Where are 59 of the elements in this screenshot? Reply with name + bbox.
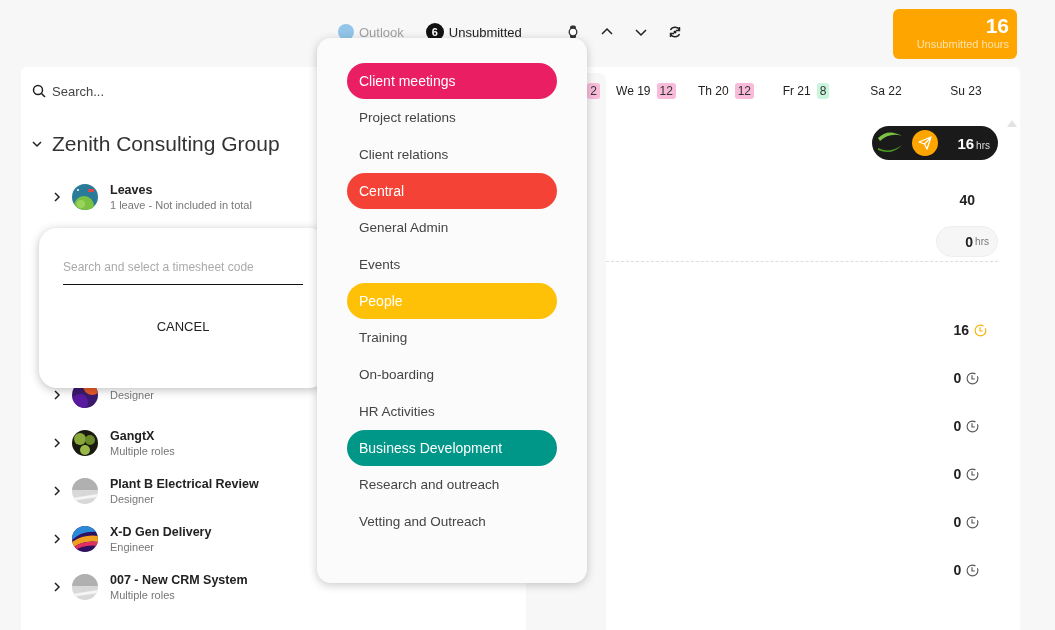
project-role: Designer <box>110 389 155 401</box>
submit-bar[interactable]: 16hrs <box>872 126 998 160</box>
hours-badge: 12 <box>734 83 754 99</box>
day-label: Fr 21 <box>782 84 811 98</box>
project-name: GangtX <box>110 429 156 443</box>
category-item[interactable]: Business Development <box>347 430 557 466</box>
row-total: 0 <box>953 370 962 386</box>
category-item[interactable]: Central <box>347 173 557 209</box>
project-name: 007 - New CRM System <box>110 573 248 587</box>
menu-item[interactable]: Project relations <box>347 99 557 136</box>
hours-badge: 8 <box>816 83 830 99</box>
menu-item[interactable]: Research and outreach <box>347 466 557 503</box>
menu-item[interactable]: Training <box>347 319 557 356</box>
category-item[interactable]: Client meetings <box>347 63 557 99</box>
day-label: Su 23 <box>950 84 982 98</box>
filter-label: Unsubmitted <box>448 24 522 40</box>
chevron-right-icon[interactable] <box>52 534 62 544</box>
day-label: We 19 <box>616 84 651 98</box>
menu-item[interactable]: Client relations <box>347 136 557 173</box>
search-icon <box>32 84 46 98</box>
project-role: Engineer <box>110 541 156 553</box>
send-icon <box>918 136 932 150</box>
hours-label: Unsubmitted hours <box>916 38 1009 50</box>
submit-hours: 16hrs <box>957 134 990 152</box>
chevron-down-icon[interactable] <box>32 139 42 149</box>
menu-item[interactable]: On-boarding <box>347 356 557 393</box>
project-name: Leaves <box>110 183 154 197</box>
leave-hours: 0hrs <box>936 226 998 257</box>
group-title: Zenith Consulting Group <box>52 132 280 156</box>
chevron-right-icon[interactable] <box>52 390 62 400</box>
row-total: 0 <box>953 562 962 578</box>
menu-item[interactable]: General Admin <box>347 209 557 246</box>
project-role: Multiple roles <box>110 445 175 457</box>
hours-value: 16 <box>985 14 1009 38</box>
project-role: Multiple roles <box>110 589 176 601</box>
project-role: 1 leave - Not included in total <box>110 199 252 211</box>
row-total: 0 <box>953 466 962 482</box>
day-label: Th 20 <box>697 84 729 98</box>
chevron-right-icon[interactable] <box>52 192 62 202</box>
refresh-icon[interactable] <box>667 25 682 39</box>
chevron-right-icon[interactable] <box>52 486 62 496</box>
menu-item[interactable]: Events <box>347 246 557 283</box>
cancel-button[interactable]: CANCEL <box>148 315 218 338</box>
chevron-right-icon[interactable] <box>52 438 62 448</box>
chevron-right-icon[interactable] <box>52 582 62 592</box>
hours-badge: 2 <box>587 83 600 99</box>
menu-item[interactable]: HR Activities <box>347 393 557 430</box>
send-button[interactable] <box>912 130 938 156</box>
project-role: Designer <box>110 493 156 505</box>
hours-badge: 12 <box>656 83 676 99</box>
project-name: X-D Gen Delivery <box>110 525 212 539</box>
menu-item[interactable]: Vetting and Outreach <box>347 503 557 540</box>
row-total: 0 <box>953 418 962 434</box>
project-name: Plant B Electrical Review <box>110 477 259 491</box>
search-field[interactable]: Search... <box>52 83 252 99</box>
week-total: 40 <box>959 192 975 208</box>
row-total: 16 <box>953 322 969 338</box>
row-total: 0 <box>953 514 962 530</box>
day-label: Sa 22 <box>870 84 902 98</box>
